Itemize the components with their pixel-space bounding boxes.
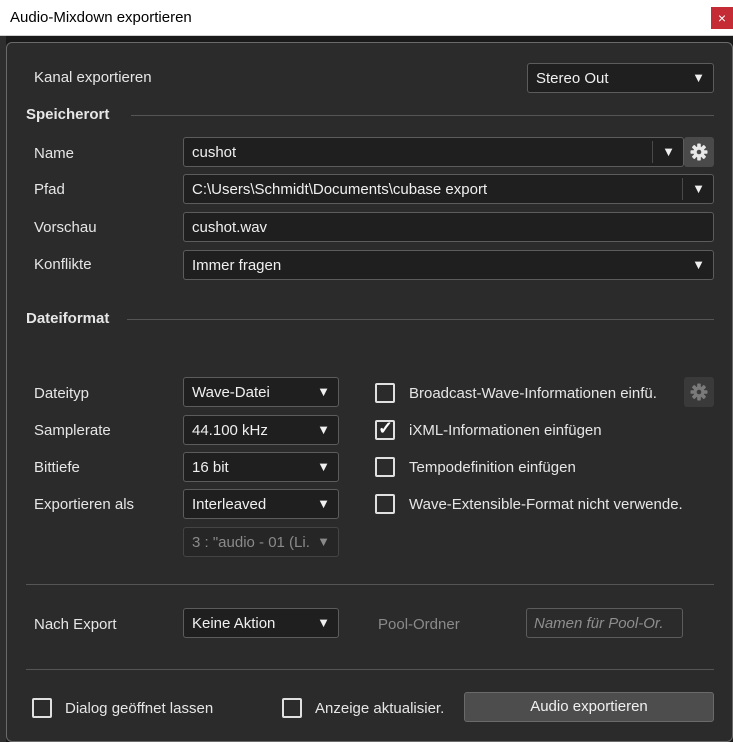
conflicts-value: Immer fragen xyxy=(192,257,282,274)
after-export-select[interactable]: Keine Aktion ▼ xyxy=(183,608,339,638)
bitdepth-label: Bittiefe xyxy=(34,459,80,476)
samplerate-select[interactable]: 44.100 kHz ▼ xyxy=(183,415,339,445)
conflicts-select[interactable]: Immer fragen ▼ xyxy=(183,250,714,280)
filetype-label: Dateityp xyxy=(34,385,90,402)
preview-field: cushot.wav xyxy=(183,212,714,242)
name-input[interactable]: cushot ▼ xyxy=(183,137,684,167)
bitdepth-select[interactable]: 16 bit ▼ xyxy=(183,452,339,482)
bitdepth-value: 16 bit xyxy=(192,459,229,476)
divider xyxy=(26,669,714,670)
checkmark-icon: ✓ xyxy=(378,418,394,438)
section-location: Speicherort xyxy=(26,106,110,123)
after-export-value: Keine Aktion xyxy=(192,615,276,632)
chevron-down-icon: ▼ xyxy=(317,422,330,437)
chevron-down-icon: ▼ xyxy=(317,496,330,511)
tempo-definition-checkbox[interactable] xyxy=(375,457,395,477)
track-value: 3 : "audio - 01 (Li. xyxy=(192,534,310,551)
path-label: Pfad xyxy=(34,181,65,198)
wave-extensible-label: Wave-Extensible-Format nicht verwende. xyxy=(409,496,683,513)
chevron-down-icon: ▼ xyxy=(317,615,330,630)
broadcast-wave-checkbox[interactable] xyxy=(375,383,395,403)
divider xyxy=(26,584,714,585)
pool-folder-placeholder: Namen für Pool-Or. xyxy=(534,615,664,632)
chevron-down-icon: ▼ xyxy=(317,459,330,474)
path-value: C:\Users\Schmidt\Documents\cubase export xyxy=(192,181,488,198)
preview-label: Vorschau xyxy=(34,219,97,236)
title-bar: Audio-Mixdown exportieren × xyxy=(0,0,733,36)
broadcast-wave-label: Broadcast-Wave-Informationen einfü. xyxy=(409,385,657,402)
chevron-down-icon: ▼ xyxy=(692,257,705,272)
filetype-value: Wave-Datei xyxy=(192,384,270,401)
ixml-checkbox[interactable]: ✓ xyxy=(375,418,395,440)
chevron-down-icon[interactable]: ▼ xyxy=(662,144,675,159)
filetype-select[interactable]: Wave-Datei ▼ xyxy=(183,377,339,407)
preview-value: cushot.wav xyxy=(192,219,268,236)
samplerate-value: 44.100 kHz xyxy=(192,422,268,439)
window-title: Audio-Mixdown exportieren xyxy=(10,9,192,26)
wave-extensible-checkbox[interactable] xyxy=(375,494,395,514)
divider xyxy=(682,178,683,200)
divider xyxy=(131,115,714,116)
tempo-definition-label: Tempodefinition einfügen xyxy=(409,459,576,476)
exportas-value: Interleaved xyxy=(192,496,267,513)
chevron-down-icon: ▼ xyxy=(692,70,705,85)
keep-dialog-open-label: Dialog geöffnet lassen xyxy=(65,700,214,717)
section-file-format: Dateiformat xyxy=(26,310,110,327)
pool-folder-label: Pool-Ordner xyxy=(378,616,460,633)
divider xyxy=(127,319,714,320)
update-display-checkbox[interactable] xyxy=(282,698,302,718)
gear-icon xyxy=(690,143,708,161)
name-value: cushot xyxy=(192,144,237,161)
conflicts-label: Konflikte xyxy=(34,256,92,273)
exportas-select[interactable]: Interleaved ▼ xyxy=(183,489,339,519)
gear-icon xyxy=(690,383,708,401)
exportas-label: Exportieren als xyxy=(34,496,135,513)
samplerate-label: Samplerate xyxy=(34,422,111,439)
name-settings-button[interactable] xyxy=(684,137,714,167)
ixml-label: iXML-Informationen einfügen xyxy=(409,422,602,439)
chevron-down-icon: ▼ xyxy=(317,534,330,549)
name-label: Name xyxy=(34,145,75,162)
channel-label: Kanal exportieren xyxy=(34,69,152,86)
export-dialog: Kanal exportieren Stereo Out ▼ Speichero… xyxy=(6,42,733,742)
export-audio-button[interactable]: Audio exportieren xyxy=(464,692,714,722)
channel-select[interactable]: Stereo Out ▼ xyxy=(527,63,714,93)
keep-dialog-open-checkbox[interactable] xyxy=(32,698,52,718)
chevron-down-icon: ▼ xyxy=(317,384,330,399)
after-export-label: Nach Export xyxy=(34,616,117,633)
update-display-label: Anzeige aktualisier. xyxy=(315,700,445,717)
channel-value: Stereo Out xyxy=(536,70,609,87)
divider xyxy=(652,141,653,163)
pool-folder-input: Namen für Pool-Or. xyxy=(526,608,683,638)
track-select: 3 : "audio - 01 (Li. ▼ xyxy=(183,527,339,557)
broadcast-settings-button xyxy=(684,377,714,407)
path-select[interactable]: C:\Users\Schmidt\Documents\cubase export… xyxy=(183,174,714,204)
chevron-down-icon: ▼ xyxy=(692,181,705,196)
close-button[interactable]: × xyxy=(711,7,733,29)
